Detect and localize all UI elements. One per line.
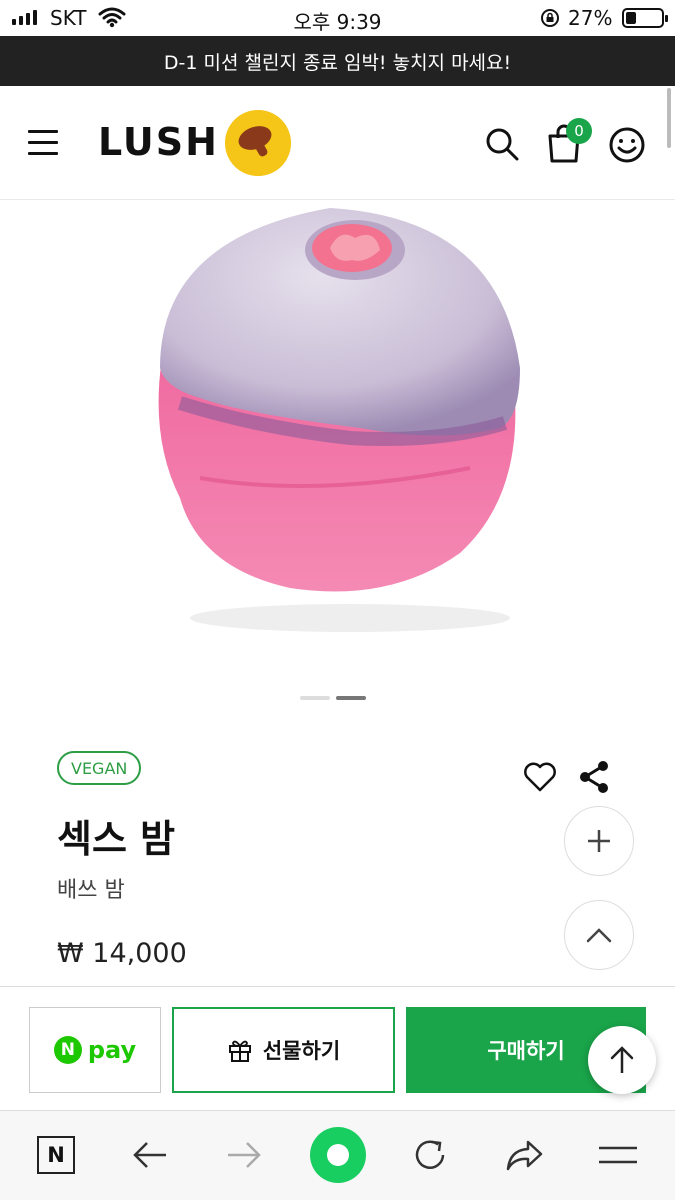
gift-button[interactable]: 선물하기 [172,1007,395,1093]
arrow-right-icon [228,1142,261,1168]
vegan-badge: VEGAN [57,751,142,785]
back-button[interactable] [128,1133,172,1177]
chevron-up-icon [586,928,612,943]
image-carousel-indicator [300,696,366,700]
browser-toolbar: N [0,1110,675,1200]
product-title: 섹스 밤 [57,817,176,861]
product-category: 배쓰 밤 [57,878,125,903]
page-scrollbar[interactable] [667,88,671,148]
account-icon[interactable] [608,126,646,164]
battery-percent: 27% [568,6,613,30]
purchase-bar: N pay 선물하기 구매하기 [0,986,675,1110]
forward-button[interactable] [222,1133,266,1177]
promo-banner[interactable]: D-1 미션 챌린지 종료 임박! 놓치지 마세요! [0,36,675,86]
npay-label: pay [87,1036,137,1064]
share-icon[interactable] [577,759,611,795]
promo-banner-text: D-1 미션 챌린지 종료 임박! 놓치지 마세요! [163,51,512,74]
reload-button[interactable] [408,1133,452,1177]
product-price: ₩ 14,000 [57,938,187,969]
site-header: LUSH 0 [0,86,675,200]
buy-button-label: 구매하기 [487,1039,565,1063]
arrow-left-icon [133,1142,166,1168]
expand-button[interactable] [564,806,634,876]
search-icon[interactable] [484,126,520,162]
scroll-to-top-button[interactable] [588,1026,656,1094]
menu-lines-icon [599,1146,637,1164]
npay-button[interactable]: N pay [29,1007,161,1093]
heart-icon[interactable] [523,761,557,793]
plus-icon [588,830,610,852]
collapse-button[interactable] [564,900,634,970]
arrow-up-icon [610,1046,634,1073]
green-dot-button[interactable] [310,1127,366,1183]
menu-icon[interactable] [28,130,58,156]
naver-home-button[interactable]: N [34,1133,78,1177]
cart-count-badge: 0 [566,118,592,144]
share-arrow-icon [506,1140,543,1171]
rotation-lock-icon [541,9,559,27]
naver-n-icon: N [37,1136,75,1174]
lush-logo[interactable]: LUSH [98,120,219,164]
npay-n-icon: N [53,1036,82,1064]
reload-icon [415,1140,445,1169]
gift-icon [228,1040,251,1062]
gift-button-label: 선물하기 [262,1039,341,1063]
logo-mushroom-icon [225,110,291,176]
product-image[interactable] [140,198,540,638]
browser-share-button[interactable] [502,1133,546,1177]
status-bar: SKT 오후 9:39 27% [0,0,675,36]
green-dot-icon [327,1144,349,1166]
carousel-dot[interactable] [300,696,330,700]
battery-icon [622,8,668,28]
carousel-dot[interactable] [336,696,366,700]
browser-menu-button[interactable] [596,1133,640,1177]
